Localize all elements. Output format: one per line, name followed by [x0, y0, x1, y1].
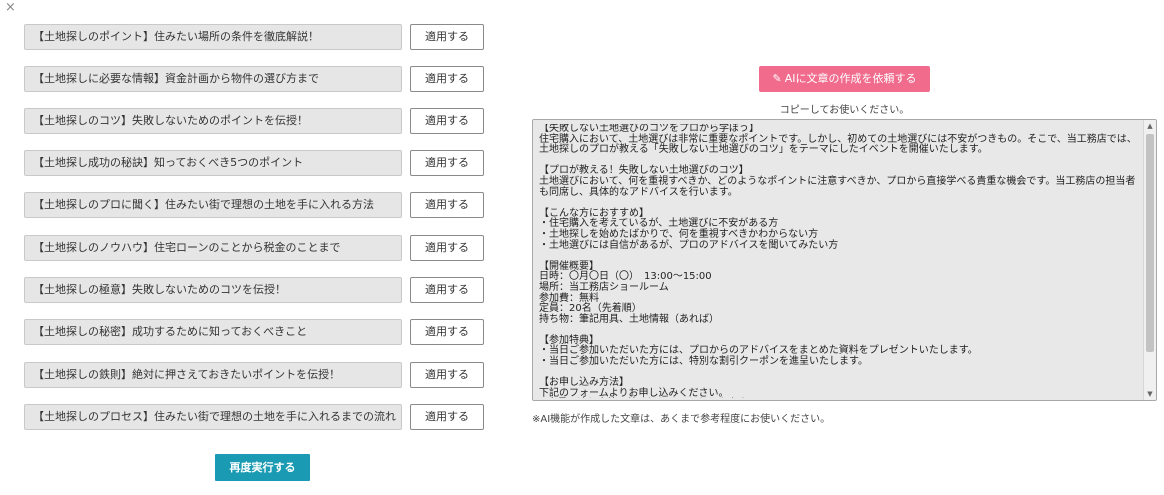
- apply-button[interactable]: 適用する: [410, 24, 484, 50]
- title-option: 【土地探しのプロに聞く】住みたい街で理想の土地を手に入れる方法: [24, 192, 402, 218]
- ai-generate-label: AIに文章の作成を依頼する: [784, 72, 917, 85]
- title-row: 【土地探しのコツ】失敗しないためのポイントを伝授！ 適用する: [24, 108, 484, 134]
- title-row: 【土地探しの鉄則】絶対に押さえておきたいポイントを伝授！ 適用する: [24, 362, 484, 388]
- copy-note: コピーしてお使いください。: [779, 105, 910, 116]
- apply-button[interactable]: 適用する: [410, 319, 484, 345]
- scrollbar[interactable]: ▲ ▼: [1143, 120, 1156, 400]
- apply-button[interactable]: 適用する: [410, 192, 484, 218]
- close-icon[interactable]: ×: [5, 1, 17, 14]
- title-row: 【土地探しのノウハウ】住宅ローンのことから税金のことまで 適用する: [24, 235, 484, 261]
- title-option: 【土地探しのポイント】住みたい場所の条件を徹底解説！: [24, 24, 402, 50]
- title-option: 【土地探しのコツ】失敗しないためのポイントを伝授！: [24, 108, 402, 134]
- ai-generate-button[interactable]: ✎ AIに文章の作成を依頼する: [759, 66, 930, 92]
- chevron-up-icon[interactable]: ▲: [1146, 121, 1154, 131]
- apply-button[interactable]: 適用する: [410, 277, 484, 303]
- generated-text[interactable]: 【失敗しない土地選びのコツをプロから学ぼう】 住宅購入において、土地選びは非常に…: [539, 124, 1144, 398]
- apply-button[interactable]: 適用する: [410, 404, 484, 430]
- title-row: 【土地探しのポイント】住みたい場所の条件を徹底解説！ 適用する: [24, 24, 484, 50]
- title-option: 【土地探し成功の秘訣】知っておくべき5つのポイント: [24, 150, 402, 176]
- magic-wand-icon: ✎: [772, 72, 782, 85]
- generated-text-area[interactable]: 【失敗しない土地選びのコツをプロから学ぼう】 住宅購入において、土地選びは非常に…: [532, 119, 1157, 401]
- scrollbar-thumb[interactable]: [1146, 134, 1154, 352]
- apply-button[interactable]: 適用する: [410, 66, 484, 92]
- title-row: 【土地探しの極意】失敗しないためのコツを伝授！ 適用する: [24, 277, 484, 303]
- title-row: 【土地探し成功の秘訣】知っておくべき5つのポイント 適用する: [24, 150, 484, 176]
- rerun-button[interactable]: 再度実行する: [215, 454, 310, 481]
- title-row: 【土地探しのプロセス】住みたい街で理想の土地を手に入れるまでの流れ 適用する: [24, 404, 484, 430]
- title-option: 【土地探しのノウハウ】住宅ローンのことから税金のことまで: [24, 235, 402, 261]
- title-option: 【土地探しの極意】失敗しないためのコツを伝授！: [24, 277, 402, 303]
- title-row: 【土地探しの秘密】成功するために知っておくべきこと 適用する: [24, 319, 484, 345]
- title-row: 【土地探しに必要な情報】資金計画から物件の選び方まで 適用する: [24, 66, 484, 92]
- title-option: 【土地探しの秘密】成功するために知っておくべきこと: [24, 319, 402, 345]
- apply-button[interactable]: 適用する: [410, 235, 484, 261]
- ai-disclaimer: ※AI機能が作成した文章は、あくまで参考程度にお使いください。: [532, 414, 831, 425]
- chevron-down-icon[interactable]: ▼: [1146, 389, 1154, 399]
- title-option: 【土地探しに必要な情報】資金計画から物件の選び方まで: [24, 66, 402, 92]
- apply-button[interactable]: 適用する: [410, 150, 484, 176]
- title-row: 【土地探しのプロに聞く】住みたい街で理想の土地を手に入れる方法 適用する: [24, 192, 484, 218]
- title-option: 【土地探しのプロセス】住みたい街で理想の土地を手に入れるまでの流れ: [24, 404, 402, 430]
- apply-button[interactable]: 適用する: [410, 362, 484, 388]
- title-option: 【土地探しの鉄則】絶対に押さえておきたいポイントを伝授！: [24, 362, 402, 388]
- apply-button[interactable]: 適用する: [410, 108, 484, 134]
